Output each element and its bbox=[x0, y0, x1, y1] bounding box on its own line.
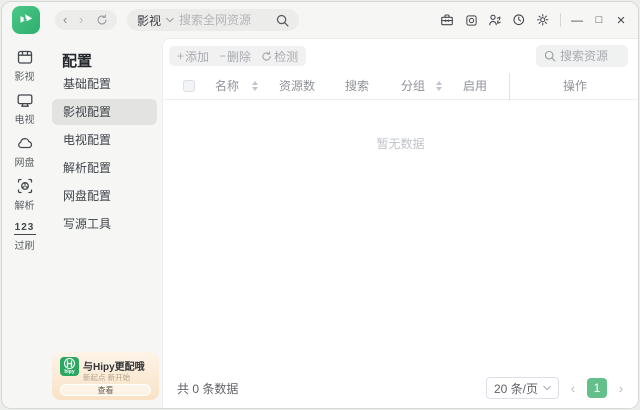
sidebar-item-parse-config[interactable]: 解析配置 bbox=[52, 155, 157, 181]
hipy-logo-letter: H bbox=[64, 358, 75, 369]
rail-label: 过刷 bbox=[2, 237, 47, 252]
check-button[interactable]: 检测 bbox=[261, 48, 298, 65]
column-header-count: 资源数 bbox=[279, 73, 315, 99]
refresh-icon bbox=[96, 14, 108, 26]
title-bar: ‹ › 影视 bbox=[2, 2, 638, 38]
back-button[interactable]: ‹ bbox=[63, 11, 67, 29]
total-count-text: 共 0 条数据 bbox=[177, 380, 238, 397]
rail-item-numbers[interactable]: 123 过刷 bbox=[2, 222, 47, 252]
search-icon bbox=[544, 50, 556, 62]
rail-label: 网盘 bbox=[2, 154, 47, 169]
hipy-logo: H hipy bbox=[60, 357, 79, 376]
titlebar-actions: — □ × bbox=[437, 2, 630, 38]
promo-title: 与Hipy更配哦 bbox=[83, 358, 145, 373]
plus-icon: + bbox=[177, 49, 184, 63]
chevron-down-icon bbox=[543, 385, 551, 391]
hipy-logo-name: hipy bbox=[60, 369, 79, 375]
minimize-button[interactable]: — bbox=[568, 9, 586, 31]
rail-label: 解析 bbox=[2, 197, 47, 212]
table-toolbar: +添加 −删除 检测 bbox=[169, 46, 306, 66]
add-button[interactable]: +添加 bbox=[177, 48, 209, 65]
select-all-checkbox[interactable] bbox=[183, 80, 195, 92]
sidebar-item-basic-config[interactable]: 基础配置 bbox=[52, 71, 157, 97]
history-nav: ‹ › bbox=[55, 10, 117, 30]
account-switch-icon[interactable] bbox=[485, 9, 505, 31]
recheck-icon bbox=[261, 51, 272, 62]
pagination: 20 条/页 ‹ 1 › bbox=[486, 377, 626, 399]
settings-gear-icon[interactable] bbox=[533, 9, 553, 31]
table-header: 名称 资源数 搜索 分组 启用 操作 bbox=[163, 73, 638, 100]
movie-icon bbox=[16, 48, 34, 66]
refresh-button[interactable] bbox=[95, 9, 109, 31]
global-search-input[interactable] bbox=[179, 13, 271, 27]
minus-icon: − bbox=[219, 49, 226, 63]
toolbox-icon[interactable] bbox=[437, 9, 457, 31]
app-box-icon[interactable] bbox=[461, 9, 481, 31]
next-page-button[interactable]: › bbox=[616, 380, 626, 396]
promo-button[interactable]: 查看 bbox=[60, 384, 151, 396]
page-1-button[interactable]: 1 bbox=[587, 378, 607, 398]
prev-page-button[interactable]: ‹ bbox=[568, 380, 578, 396]
close-button[interactable]: × bbox=[612, 9, 630, 31]
primary-nav-rail: 影视 电视 网盘 解析 123 过刷 bbox=[2, 38, 47, 408]
sidebar-title: 配置 bbox=[62, 50, 92, 71]
parse-scan-icon bbox=[16, 177, 34, 195]
rail-item-parser[interactable]: 解析 bbox=[2, 177, 47, 212]
empty-state-text: 暂无数据 bbox=[163, 135, 638, 152]
global-search-bar: 影视 bbox=[127, 9, 299, 31]
resource-search-bar bbox=[536, 45, 628, 67]
cloud-icon bbox=[16, 134, 34, 152]
rail-item-tv[interactable]: 电视 bbox=[2, 91, 47, 126]
search-scope-select[interactable]: 影视 bbox=[137, 12, 161, 29]
numbers-123-icon: 123 bbox=[14, 222, 36, 235]
chevron-down-icon[interactable] bbox=[166, 17, 174, 23]
tv-icon bbox=[16, 91, 34, 109]
sidebar-item-tv-config[interactable]: 电视配置 bbox=[52, 127, 157, 153]
column-header-search: 搜索 bbox=[345, 73, 369, 99]
sort-caret-icon[interactable] bbox=[251, 79, 259, 93]
sidebar-item-movie-config[interactable]: 影视配置 bbox=[52, 99, 157, 125]
resource-search-input[interactable] bbox=[560, 49, 620, 63]
config-sidebar: 配置 基础配置 影视配置 电视配置 解析配置 网盘配置 写源工具 H hipy … bbox=[47, 38, 162, 408]
titlebar-divider bbox=[560, 13, 561, 27]
play-logo-icon bbox=[15, 9, 37, 31]
column-header-group[interactable]: 分组 bbox=[401, 73, 425, 99]
app-logo bbox=[12, 6, 40, 34]
page-size-select[interactable]: 20 条/页 bbox=[486, 377, 559, 399]
promo-subtitle: 新起点 新开始 bbox=[83, 372, 130, 383]
main-panel: +添加 −删除 检测 名称 资源数 搜索 分组 bbox=[162, 38, 638, 408]
rail-label: 影视 bbox=[2, 68, 47, 83]
column-header-actions: 操作 bbox=[509, 73, 639, 99]
column-header-enabled: 启用 bbox=[463, 73, 487, 99]
rail-item-cloud-drive[interactable]: 网盘 bbox=[2, 134, 47, 169]
rail-label: 电视 bbox=[2, 111, 47, 126]
history-clock-icon[interactable] bbox=[509, 9, 529, 31]
forward-button[interactable]: › bbox=[79, 11, 83, 29]
maximize-button[interactable]: □ bbox=[590, 9, 608, 31]
app-window: ‹ › 影视 bbox=[1, 1, 639, 409]
rail-item-movies[interactable]: 影视 bbox=[2, 48, 47, 83]
sidebar-item-source-tool[interactable]: 写源工具 bbox=[52, 211, 157, 237]
column-header-name[interactable]: 名称 bbox=[215, 73, 239, 99]
hipy-promo-card: H hipy 与Hipy更配哦 新起点 新开始 查看 bbox=[52, 352, 159, 400]
sort-caret-icon[interactable] bbox=[435, 79, 443, 93]
sidebar-item-drive-config[interactable]: 网盘配置 bbox=[52, 183, 157, 209]
search-icon[interactable] bbox=[276, 14, 289, 27]
delete-button[interactable]: −删除 bbox=[219, 48, 251, 65]
